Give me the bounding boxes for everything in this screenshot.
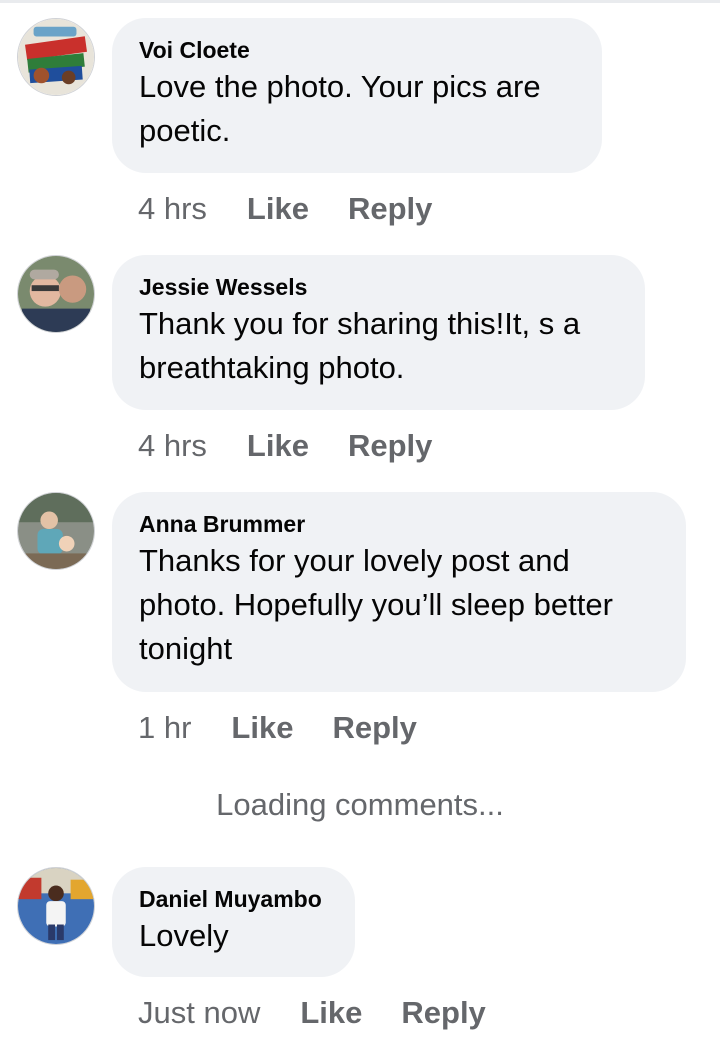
profile-picture-icon — [18, 256, 94, 332]
comment-actions: 4 hrs Like Reply — [138, 191, 432, 227]
comment-timestamp[interactable]: 1 hr — [138, 710, 191, 746]
comment-timestamp[interactable]: Just now — [138, 995, 260, 1031]
comment-bubble: Jessie Wessels Thank you for sharing thi… — [112, 255, 645, 410]
avatar[interactable] — [17, 867, 95, 945]
loading-comments-link[interactable]: Loading comments... — [0, 785, 720, 825]
comment-text: Thank you for sharing this!It, s a breat… — [139, 306, 581, 385]
profile-picture-icon — [18, 493, 94, 569]
comment-bubble: Voi Cloete Love the photo. Your pics are… — [112, 18, 602, 173]
comment-timestamp[interactable]: 4 hrs — [138, 191, 207, 227]
like-button[interactable]: Like — [247, 428, 309, 464]
comment-actions: 1 hr Like Reply — [138, 710, 417, 746]
comment-bubble: Anna Brummer Thanks for your lovely post… — [112, 492, 686, 692]
comment-timestamp[interactable]: 4 hrs — [138, 428, 207, 464]
reply-button[interactable]: Reply — [401, 995, 485, 1031]
profile-picture-icon — [18, 868, 94, 944]
comment-actions: 4 hrs Like Reply — [138, 428, 432, 464]
comment-text: Love the photo. Your pics are poetic. — [139, 69, 541, 148]
comment-text: Thanks for your lovely post and photo. H… — [139, 543, 613, 666]
like-button[interactable]: Like — [231, 710, 293, 746]
avatar[interactable] — [17, 492, 95, 570]
comment-actions: Just now Like Reply — [138, 995, 486, 1031]
like-button[interactable]: Like — [247, 191, 309, 227]
top-divider — [0, 0, 720, 3]
profile-picture-icon — [18, 19, 94, 95]
reply-button[interactable]: Reply — [348, 428, 432, 464]
comment-author[interactable]: Anna Brummer — [139, 510, 660, 538]
like-button[interactable]: Like — [300, 995, 362, 1031]
avatar[interactable] — [17, 18, 95, 96]
comment-author[interactable]: Voi Cloete — [139, 36, 576, 64]
reply-button[interactable]: Reply — [332, 710, 416, 746]
comment-text: Lovely — [139, 918, 229, 953]
comment-author[interactable]: Jessie Wessels — [139, 273, 619, 301]
reply-button[interactable]: Reply — [348, 191, 432, 227]
comment-author[interactable]: Daniel Muyambo — [139, 885, 329, 913]
comment-bubble: Daniel Muyambo Lovely — [112, 867, 355, 977]
avatar[interactable] — [17, 255, 95, 333]
